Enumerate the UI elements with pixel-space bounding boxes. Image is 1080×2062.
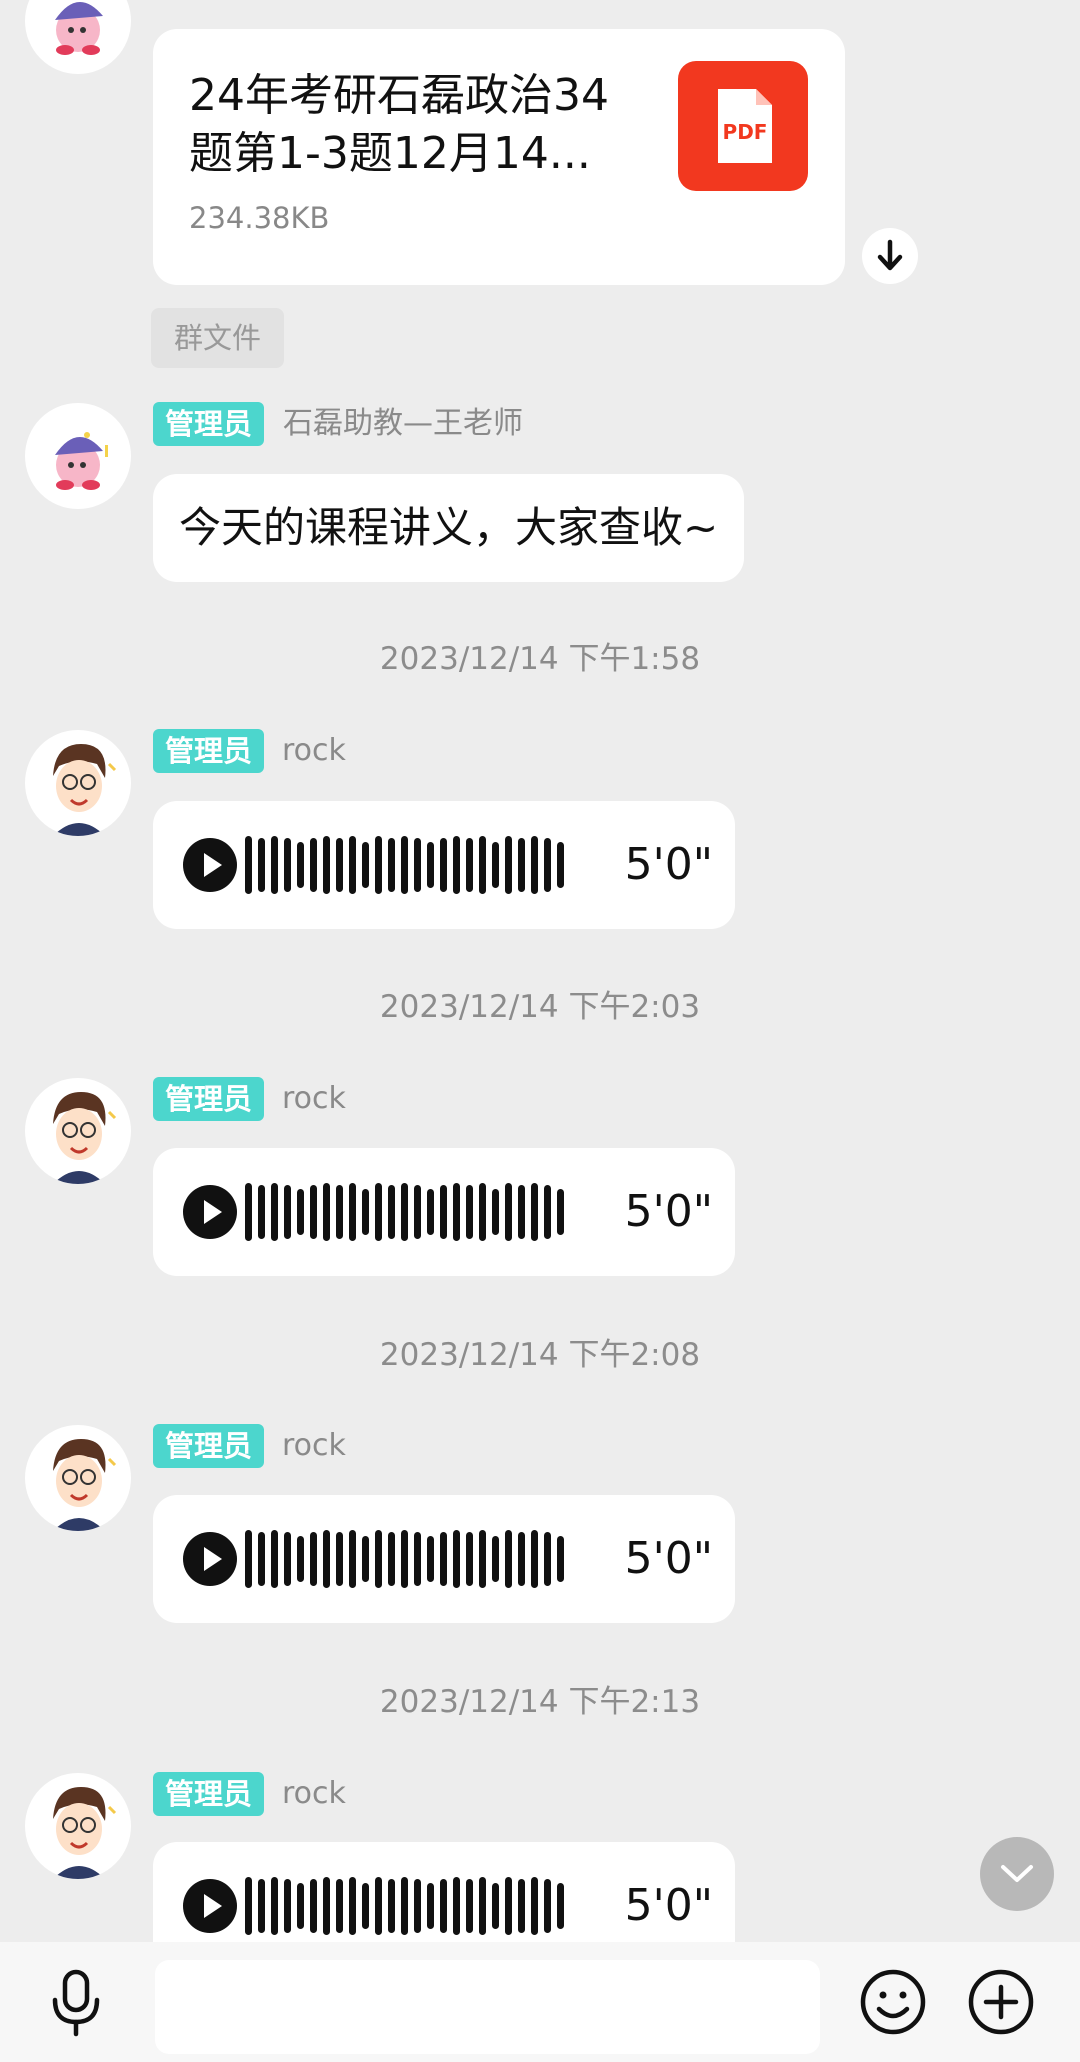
- message-text: 今天的课程讲义，大家查收~: [179, 503, 719, 552]
- timestamp: 2023/12/14 下午2:13: [379, 1684, 701, 1720]
- sender-name: rock: [282, 1428, 346, 1463]
- file-name: 24年考研石磊政治34题第1-3题12月14...: [189, 70, 609, 179]
- avatar-kirby[interactable]: [25, 403, 131, 509]
- voice-waveform: [245, 835, 564, 895]
- pdf-file-icon: PDF: [678, 61, 808, 191]
- sender-name: rock: [282, 1776, 346, 1811]
- file-message-bubble[interactable]: 24年考研石磊政治34题第1-3题12月14... 234.38KB PDF: [153, 29, 845, 285]
- voice-duration: 5'0": [624, 1533, 713, 1584]
- download-button[interactable]: [862, 228, 918, 284]
- avatar-rock[interactable]: [25, 730, 131, 836]
- voice-message-bubble[interactable]: 5'0": [153, 1148, 735, 1276]
- avatar-rock[interactable]: [25, 1773, 131, 1879]
- svg-text:PDF: PDF: [723, 120, 768, 144]
- microphone-icon[interactable]: [44, 1968, 108, 2038]
- sender-name: 石磊助教—王老师: [283, 406, 523, 441]
- timestamp: 2023/12/14 下午2:03: [379, 989, 701, 1025]
- play-icon[interactable]: [183, 1532, 237, 1586]
- play-icon[interactable]: [183, 838, 237, 892]
- sender-name: rock: [282, 1081, 346, 1116]
- voice-waveform: [245, 1529, 564, 1589]
- scroll-to-bottom-button[interactable]: [980, 1837, 1054, 1911]
- sender-name: rock: [282, 733, 346, 768]
- timestamp: 2023/12/14 下午1:58: [379, 641, 701, 677]
- voice-duration: 5'0": [624, 1186, 713, 1237]
- avatar-rock[interactable]: [25, 1078, 131, 1184]
- admin-badge: 管理员: [153, 1077, 265, 1121]
- chevron-down-icon: [1001, 1865, 1033, 1882]
- avatar-rock[interactable]: [25, 1425, 131, 1531]
- plus-icon[interactable]: [966, 1967, 1036, 2037]
- voice-message-bubble[interactable]: 5'0": [153, 1842, 735, 1942]
- voice-waveform: [245, 1182, 564, 1242]
- voice-message-bubble[interactable]: 5'0": [153, 1495, 735, 1623]
- voice-message-bubble[interactable]: 5'0": [153, 801, 735, 929]
- admin-badge: 管理员: [153, 402, 265, 446]
- message-input[interactable]: [155, 1960, 820, 2054]
- emoji-icon[interactable]: [858, 1967, 928, 2037]
- group-file-tag[interactable]: 群文件: [151, 308, 284, 368]
- admin-badge: 管理员: [153, 1424, 265, 1468]
- voice-duration: 5'0": [624, 1880, 713, 1931]
- play-icon[interactable]: [183, 1185, 237, 1239]
- avatar-kirby[interactable]: [25, 0, 131, 74]
- timestamp: 2023/12/14 下午2:08: [379, 1337, 701, 1373]
- download-arrow-icon: [877, 239, 903, 271]
- voice-waveform: [245, 1876, 564, 1936]
- admin-badge: 管理员: [153, 1772, 265, 1816]
- voice-duration: 5'0": [624, 839, 713, 890]
- chat-area[interactable]: 24年考研石磊政治34题第1-3题12月14... 234.38KB PDF 群…: [0, 0, 1080, 1942]
- text-message-bubble[interactable]: 今天的课程讲义，大家查收~: [153, 474, 745, 582]
- input-bar: [0, 1942, 1080, 2062]
- play-icon[interactable]: [183, 1879, 237, 1933]
- admin-badge: 管理员: [153, 729, 265, 773]
- file-size: 234.38KB: [189, 201, 330, 235]
